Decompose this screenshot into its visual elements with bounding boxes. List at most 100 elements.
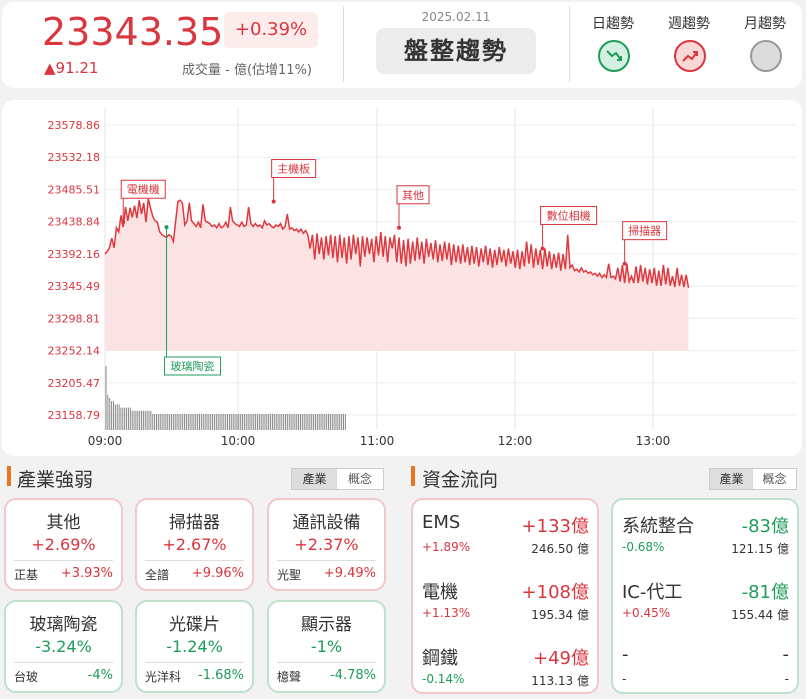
y-tick-label: 23485.51 (48, 183, 101, 196)
industry-pct: -1% (310, 637, 343, 656)
industry-name: 顯示器 (301, 615, 352, 635)
outflow-card[interactable]: 系統整合 -83億 -0.68% 121.15 億 IC-代工 -81億 +0.45% 155… (611, 498, 799, 694)
inflow-card[interactable]: EMS +133億 +1.89% 246.50 億電機 +108億 +1.13% 195.3… (411, 498, 599, 694)
y-tick-label: 23298.81 (48, 312, 101, 325)
flow-total: 121.15 億 (731, 542, 789, 556)
industry-pct: -1.24% (166, 637, 223, 656)
y-tick-label: 23205.47 (48, 377, 101, 390)
trend-down-icon[interactable] (598, 40, 630, 72)
volume-text: 成交量 - 億(估增11%) (182, 63, 312, 78)
leading-stock-name: 全譜 (145, 568, 170, 582)
monthly-trend-label: 月趨勢 (744, 16, 786, 32)
industry-pct: +2.37% (294, 535, 359, 554)
neutral-circle-icon[interactable] (750, 40, 782, 72)
flow-pct: +1.13% (422, 606, 471, 620)
daily-trend-label: 日趨勢 (592, 16, 634, 32)
annotation-dot (622, 261, 627, 266)
industry-pct: -3.24% (35, 637, 92, 656)
annotation-dot (121, 220, 126, 225)
y-tick-label: 23438.84 (48, 216, 101, 229)
flow-amount: +49億 (533, 648, 589, 669)
tab-concept[interactable]: 概念 (337, 469, 383, 489)
divider (569, 6, 570, 82)
intraday-chart: 23578.86 23532.18 23485.51 23438.84 23392.16… (48, 108, 797, 448)
index-value: 23343.35 (42, 10, 224, 54)
flow-industry-name: 電機 (422, 582, 458, 603)
flow-industry-name: 系統整合 (622, 516, 694, 537)
divider (343, 6, 344, 82)
annotation-label: 電機機 (127, 182, 160, 196)
y-tick-label: 23532.18 (48, 151, 101, 164)
divider (14, 662, 113, 663)
divider (277, 662, 376, 663)
market-trend-badge: 盤整趨勢 (376, 28, 536, 74)
leading-stock-pct: -4.78% (330, 668, 376, 683)
annotation-label: 其他 (402, 189, 424, 202)
annotation-label: 掃描器 (628, 224, 661, 238)
flow-industry-name: EMS (422, 512, 461, 533)
industry-card[interactable]: 其他 +2.69% 正基 +3.93% (4, 498, 123, 591)
flow-total: - (784, 672, 789, 686)
industry-name: 掃描器 (169, 513, 220, 533)
divider (145, 560, 244, 561)
industry-name: 光碟片 (169, 615, 220, 635)
y-tick-label: 23345.49 (48, 280, 101, 293)
leading-stock-name: 光聖 (277, 568, 302, 582)
annotation-label: 玻璃陶瓷 (171, 359, 215, 373)
industry-card[interactable]: 掃描器 +2.67% 全譜 +9.96% (135, 498, 254, 591)
leading-stock-name: 台玻 (14, 670, 39, 684)
x-tick-label: 13:00 (636, 434, 671, 448)
annotation-dot (271, 199, 276, 204)
industry-name: 玻璃陶瓷 (29, 615, 98, 635)
x-tick-label: 12:00 (498, 434, 533, 448)
index-summary-card: 23343.35 +0.39% ▲91.21 成交量 - 億(估增11%) 20… (2, 2, 802, 88)
industry-card[interactable]: 通訊設備 +2.37% 光聖 +9.49% (267, 498, 386, 591)
leading-stock-pct: +3.93% (60, 566, 113, 581)
flow-pct: +1.89% (422, 540, 471, 554)
annotation-dot (397, 225, 402, 230)
industry-card[interactable]: 顯示器 -1% 檍聲 -4.78% (267, 600, 386, 693)
industry-segment-control: 產業 概念 (291, 468, 384, 490)
y-tick-label: 23392.16 (48, 248, 101, 261)
flow-industry-name: 鋼鐵 (422, 648, 458, 669)
leading-stock-pct: -1.68% (198, 668, 244, 683)
tab-industry[interactable]: 產業 (710, 469, 753, 489)
industry-strength-title: 產業強弱 (17, 469, 94, 491)
flow-total: 195.34 億 (531, 608, 589, 622)
annotation-label: 數位相機 (547, 208, 591, 222)
flow-pct: -0.68% (622, 540, 665, 554)
flow-amount: +133億 (521, 516, 589, 537)
y-tick-label: 23252.14 (48, 345, 101, 358)
leading-stock-name: 光洋科 (145, 670, 182, 684)
flow-segment-control: 產業 概念 (709, 468, 797, 490)
flow-amount: - (782, 644, 790, 665)
industry-card[interactable]: 玻璃陶瓷 -3.24% 台玻 -4% (4, 600, 123, 693)
flow-total: 155.44 億 (731, 608, 789, 622)
leading-stock-pct: -4% (87, 668, 113, 683)
leading-stock-name: 檍聲 (277, 670, 302, 684)
leading-stock-name: 正基 (14, 568, 39, 582)
flow-industry-name: - (622, 644, 629, 665)
industry-pct: +2.67% (162, 535, 227, 554)
industry-name: 其他 (46, 513, 81, 533)
flow-amount: -83億 (741, 516, 789, 537)
y-tick-label: 23578.86 (48, 119, 101, 132)
flow-pct: -0.14% (422, 672, 465, 686)
money-flow-title: 資金流向 (422, 469, 499, 491)
leading-stock-pct: +9.96% (191, 566, 244, 581)
tab-industry[interactable]: 產業 (292, 469, 337, 489)
x-tick-label: 11:00 (360, 434, 395, 448)
flow-total: 113.13 億 (531, 674, 589, 688)
divider (277, 560, 376, 561)
flow-pct: - (622, 672, 627, 686)
flow-industry-name: IC-代工 (622, 582, 683, 603)
trend-up-icon[interactable] (674, 40, 706, 72)
annotation-dot (164, 225, 169, 230)
tab-concept[interactable]: 概念 (753, 469, 796, 489)
y-tick-label: 23158.79 (48, 409, 101, 422)
industry-card[interactable]: 光碟片 -1.24% 光洋科 -1.68% (135, 600, 254, 693)
section-accent (7, 466, 11, 486)
x-tick-label: 09:00 (88, 434, 123, 448)
section-accent (411, 466, 415, 486)
annotation-dot (540, 246, 545, 251)
